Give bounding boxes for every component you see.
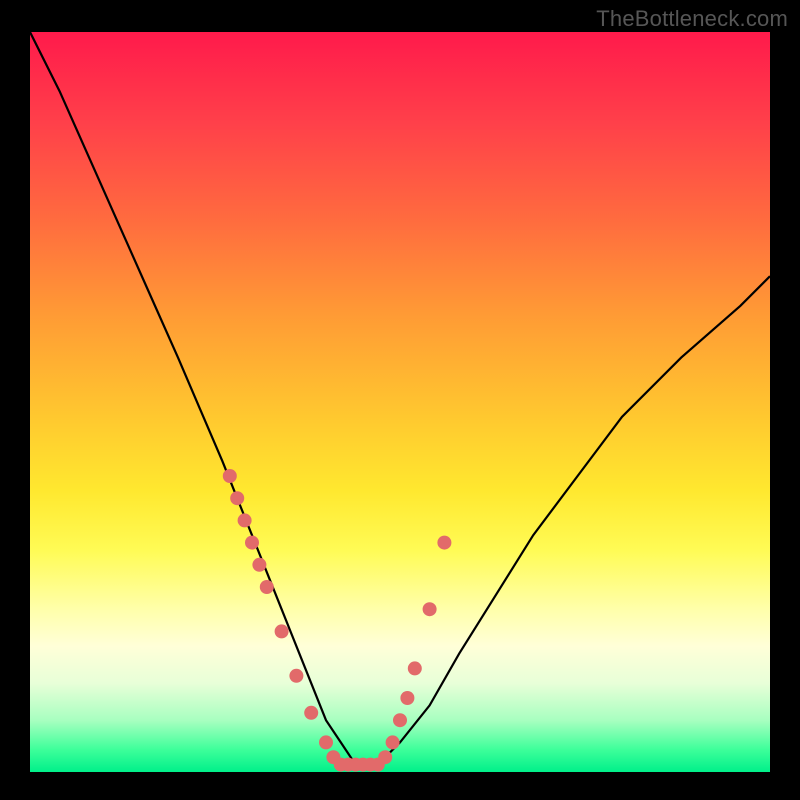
sample-point bbox=[400, 691, 414, 705]
watermark-text: TheBottleneck.com bbox=[596, 6, 788, 32]
sample-point bbox=[386, 735, 400, 749]
sample-point bbox=[437, 536, 451, 550]
sample-point bbox=[260, 580, 274, 594]
bottleneck-curve bbox=[30, 32, 770, 765]
sample-point bbox=[304, 706, 318, 720]
sample-point bbox=[423, 602, 437, 616]
sample-point bbox=[319, 735, 333, 749]
sample-point bbox=[378, 750, 392, 764]
sample-point bbox=[238, 513, 252, 527]
sample-point bbox=[245, 536, 259, 550]
sample-points bbox=[223, 469, 452, 772]
sample-point bbox=[275, 624, 289, 638]
sample-point bbox=[230, 491, 244, 505]
sample-point bbox=[223, 469, 237, 483]
sample-point bbox=[393, 713, 407, 727]
sample-point bbox=[252, 558, 266, 572]
sample-point bbox=[289, 669, 303, 683]
sample-point bbox=[408, 661, 422, 675]
chart-svg bbox=[30, 32, 770, 772]
chart-plot-area bbox=[30, 32, 770, 772]
